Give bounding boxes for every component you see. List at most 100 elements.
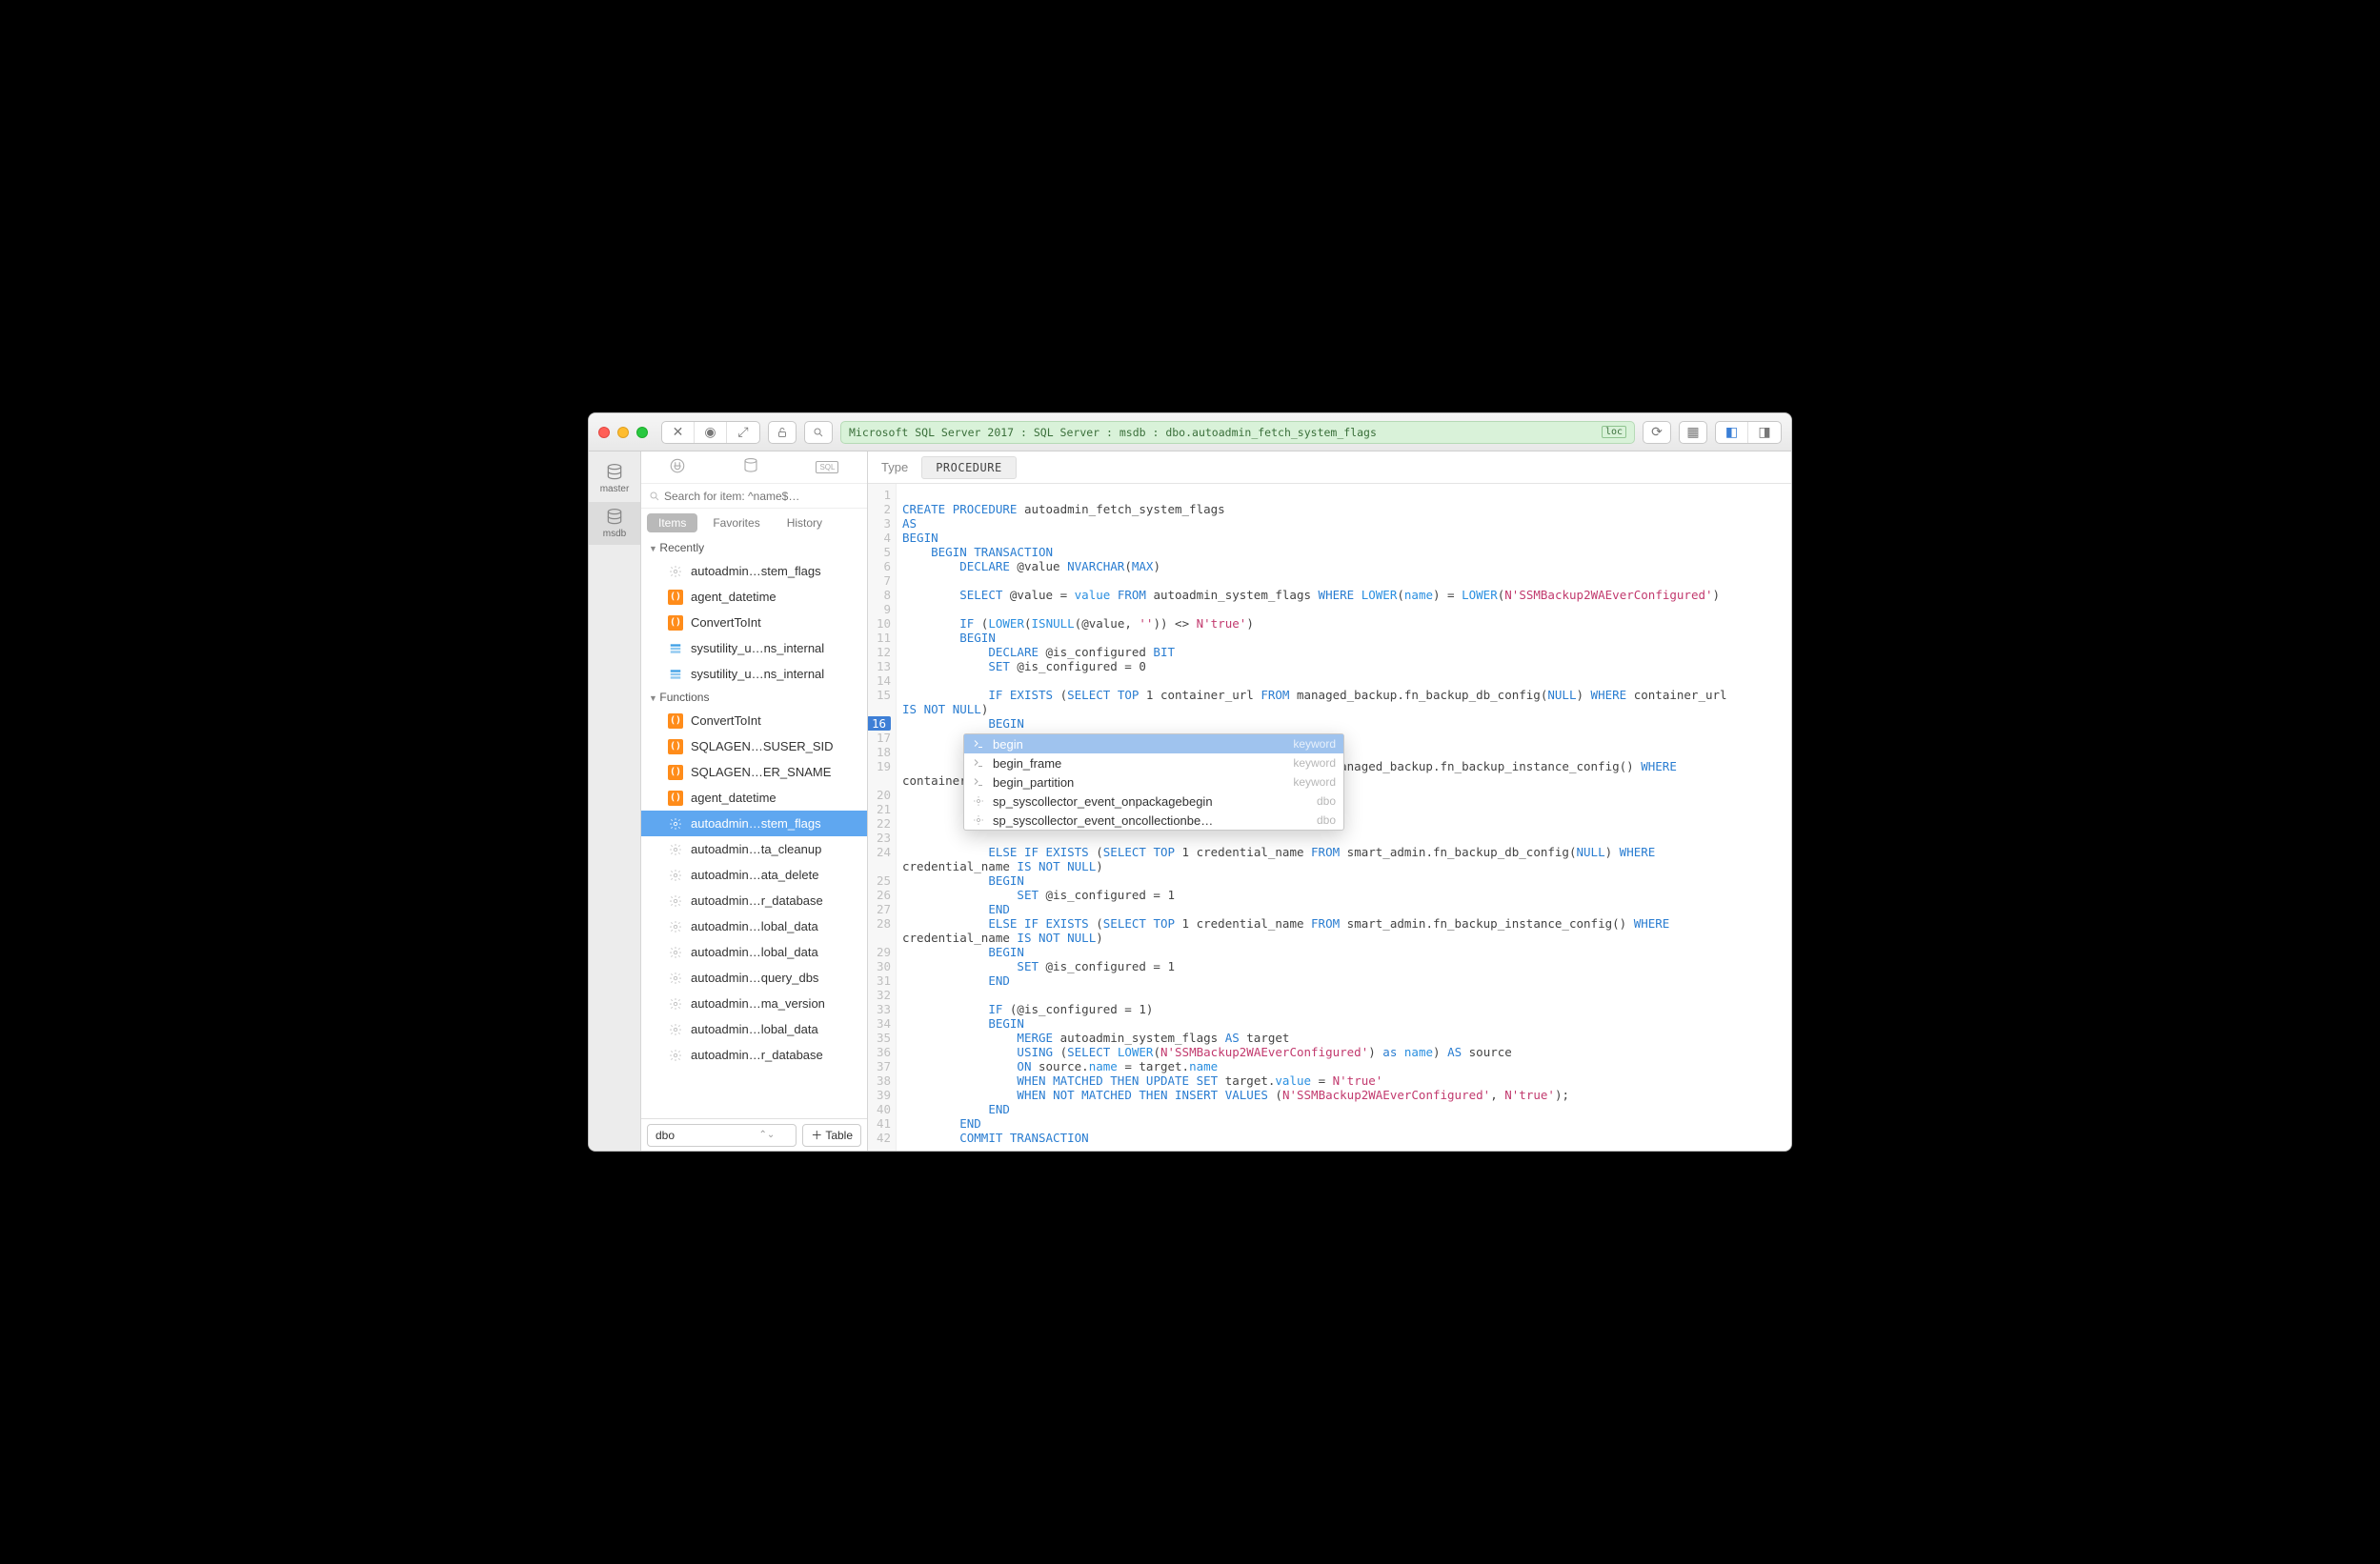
tree-item-label: autoadmin…ma_version bbox=[691, 996, 825, 1011]
autocomplete-kind: keyword bbox=[1293, 737, 1336, 752]
tree-item-label: autoadmin…lobal_data bbox=[691, 919, 818, 933]
autocomplete-kind: keyword bbox=[1293, 775, 1336, 790]
left-panel-icon[interactable]: ◧ bbox=[1716, 422, 1748, 443]
tree-item[interactable]: sysutility_u…ns_internal bbox=[641, 661, 867, 687]
eye-icon[interactable]: ◉ bbox=[695, 422, 727, 443]
gear-icon bbox=[668, 842, 683, 857]
tree-item[interactable]: autoadmin…r_database bbox=[641, 1042, 867, 1068]
gear-icon bbox=[668, 1022, 683, 1037]
tree-item[interactable]: autoadmin…ata_delete bbox=[641, 862, 867, 888]
section-recently[interactable]: Recently bbox=[641, 537, 867, 558]
breadcrumb[interactable]: Microsoft SQL Server 2017 : SQL Server :… bbox=[840, 421, 1635, 444]
tree-item-label: ConvertToInt bbox=[691, 713, 761, 728]
tree-item[interactable]: autoadmin…stem_flags bbox=[641, 558, 867, 584]
add-table-button[interactable]: ＋ Table bbox=[802, 1124, 861, 1147]
body: master msdb SQL Items Favorites History bbox=[589, 451, 1791, 1151]
tree-item[interactable]: autoadmin…ta_cleanup bbox=[641, 836, 867, 862]
tree-item[interactable]: ()SQLAGEN…SUSER_SID bbox=[641, 733, 867, 759]
plus-icon: ＋ bbox=[811, 1127, 822, 1143]
search-input[interactable] bbox=[664, 490, 859, 503]
type-chip[interactable]: PROCEDURE bbox=[921, 456, 1017, 479]
panel-toggle-group: ◧ ◨ bbox=[1715, 421, 1782, 444]
schema-select[interactable]: dbo ⌃⌄ bbox=[647, 1124, 797, 1147]
breadcrumb-text: Microsoft SQL Server 2017 : SQL Server :… bbox=[849, 426, 1377, 439]
tree-item-label: SQLAGEN…SUSER_SID bbox=[691, 739, 834, 753]
keyword-icon bbox=[972, 756, 985, 770]
tree-item-label: autoadmin…query_dbs bbox=[691, 971, 818, 985]
tab-favorites[interactable]: Favorites bbox=[701, 513, 771, 532]
tree-item[interactable]: autoadmin…lobal_data bbox=[641, 913, 867, 939]
tree-item-label: autoadmin…ata_delete bbox=[691, 868, 818, 882]
close-window[interactable] bbox=[598, 427, 610, 438]
tree-item[interactable]: autoadmin…ma_version bbox=[641, 991, 867, 1016]
autocomplete-item[interactable]: sp_syscollector_event_onpackagebegindbo bbox=[964, 792, 1343, 811]
db-rail: master msdb bbox=[589, 451, 641, 1151]
search-icon[interactable] bbox=[804, 421, 833, 444]
app-window: ✕ ◉ ⤢ Microsoft SQL Server 2017 : SQL Se… bbox=[588, 412, 1792, 1152]
stop-icon[interactable]: ✕ bbox=[662, 422, 695, 443]
gear-icon bbox=[668, 945, 683, 960]
function-icon: () bbox=[668, 615, 683, 631]
autocomplete-label: begin_partition bbox=[993, 775, 1074, 790]
tree-item-label: ConvertToInt bbox=[691, 615, 761, 630]
tree-item-label: autoadmin…stem_flags bbox=[691, 816, 821, 831]
line-gutter: 1234567891011121314151617181920212223242… bbox=[868, 484, 897, 1151]
lock-icon[interactable] bbox=[768, 421, 797, 444]
tree-item[interactable]: autoadmin…r_database bbox=[641, 888, 867, 913]
gear-icon bbox=[668, 996, 683, 1012]
function-icon: () bbox=[668, 791, 683, 806]
right-toolbar: ⟳ ▦ ◧ ◨ bbox=[1643, 421, 1782, 444]
tree-item[interactable]: () ConvertToInt bbox=[641, 610, 867, 635]
table-icon bbox=[668, 641, 683, 656]
type-bar: Type PROCEDURE bbox=[868, 451, 1791, 484]
tree-item[interactable]: autoadmin…lobal_data bbox=[641, 939, 867, 965]
autocomplete-item[interactable]: begin_framekeyword bbox=[964, 753, 1343, 772]
rail-label: msdb bbox=[603, 529, 626, 539]
autocomplete-item[interactable]: sp_syscollector_event_oncollectionbe…dbo bbox=[964, 811, 1343, 830]
tree-item[interactable]: ()SQLAGEN…ER_SNAME bbox=[641, 759, 867, 785]
section-functions[interactable]: Functions bbox=[641, 687, 867, 708]
right-panel-icon[interactable]: ◨ bbox=[1748, 422, 1781, 443]
database-icon[interactable] bbox=[742, 457, 759, 477]
tab-items[interactable]: Items bbox=[647, 513, 697, 532]
tree-item[interactable]: ()agent_datetime bbox=[641, 785, 867, 811]
titlebar: ✕ ◉ ⤢ Microsoft SQL Server 2017 : SQL Se… bbox=[589, 413, 1791, 451]
tree-item-label: SQLAGEN…ER_SNAME bbox=[691, 765, 831, 779]
autocomplete-kind: dbo bbox=[1317, 794, 1336, 809]
tree-item-label: autoadmin…lobal_data bbox=[691, 1022, 818, 1036]
rail-item-msdb[interactable]: msdb bbox=[589, 502, 640, 545]
tree-item-label: sysutility_u…ns_internal bbox=[691, 641, 824, 655]
code-editor[interactable]: 1234567891011121314151617181920212223242… bbox=[868, 484, 1791, 1151]
tree-item[interactable]: () ConvertToInt bbox=[641, 708, 867, 733]
sidebar-tree[interactable]: Recently autoadmin…stem_flags()agent_dat… bbox=[641, 537, 867, 1118]
tree-item[interactable]: ()agent_datetime bbox=[641, 584, 867, 610]
sql-icon[interactable]: SQL bbox=[816, 461, 838, 473]
rail-item-master[interactable]: master bbox=[589, 457, 640, 500]
gear-icon bbox=[668, 919, 683, 934]
tree-item[interactable]: autoadmin…stem_flags bbox=[641, 811, 867, 836]
tree-item[interactable]: autoadmin…lobal_data bbox=[641, 1016, 867, 1042]
tree-item[interactable]: sysutility_u…ns_internal bbox=[641, 635, 867, 661]
keyword-icon bbox=[972, 775, 985, 789]
refresh-icon[interactable]: ⟳ bbox=[1643, 421, 1671, 444]
gear-icon bbox=[668, 893, 683, 909]
sidebar-search[interactable] bbox=[641, 484, 867, 509]
autocomplete-popup[interactable]: beginkeywordbegin_framekeywordbegin_part… bbox=[963, 733, 1344, 831]
gear-icon bbox=[972, 813, 985, 827]
function-icon: () bbox=[668, 713, 683, 729]
function-icon: () bbox=[668, 590, 683, 605]
autocomplete-item[interactable]: beginkeyword bbox=[964, 734, 1343, 753]
autocomplete-kind: keyword bbox=[1293, 756, 1336, 771]
chevron-updown-icon: ⌃⌄ bbox=[759, 1130, 776, 1140]
minimize-window[interactable] bbox=[617, 427, 629, 438]
plug-icon[interactable] bbox=[669, 457, 686, 477]
zoom-window[interactable] bbox=[636, 427, 648, 438]
autocomplete-item[interactable]: begin_partition keyword bbox=[964, 772, 1343, 792]
tab-history[interactable]: History bbox=[776, 513, 834, 532]
gear-icon bbox=[668, 971, 683, 986]
tree-item-label: autoadmin…r_database bbox=[691, 893, 823, 908]
expand-icon[interactable]: ⤢ bbox=[727, 422, 759, 443]
grid-icon[interactable]: ▦ bbox=[1679, 421, 1707, 444]
type-label: Type bbox=[881, 460, 908, 474]
tree-item[interactable]: autoadmin…query_dbs bbox=[641, 965, 867, 991]
